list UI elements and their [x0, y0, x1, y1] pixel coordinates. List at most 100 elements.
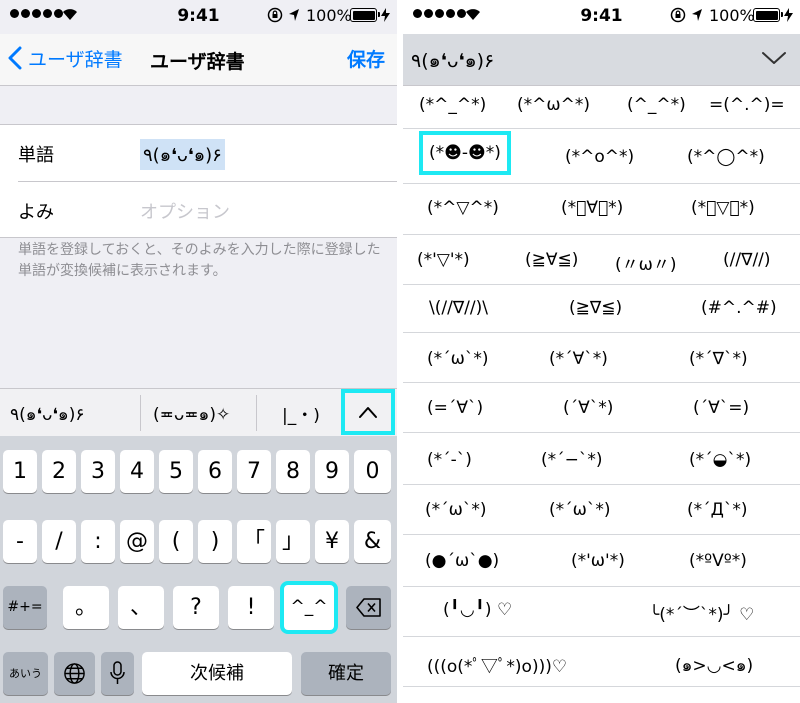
- kaomoji-item-selected[interactable]: (*☻-☻*): [419, 131, 511, 175]
- candidate-item[interactable]: |_・): [282, 401, 320, 426]
- back-button[interactable]: ユーザ辞書: [8, 40, 123, 76]
- key[interactable]: ¥: [315, 520, 349, 563]
- status-bar: 9:41 100%: [403, 0, 800, 34]
- key[interactable]: ?: [173, 586, 219, 629]
- key[interactable]: 「: [237, 520, 271, 563]
- key[interactable]: 、: [118, 586, 164, 629]
- kaomoji-item[interactable]: ╰(*´︶`*)╯ ♡: [649, 600, 754, 625]
- kaomoji-item[interactable]: (*^ω^*): [517, 95, 590, 115]
- globe-icon: [64, 663, 85, 684]
- key[interactable]: 1: [3, 450, 37, 493]
- confirm-key[interactable]: 確定: [301, 652, 391, 695]
- grid-line: [403, 484, 800, 485]
- kaomoji-item[interactable]: (*´-`): [427, 450, 472, 470]
- key[interactable]: @: [120, 520, 154, 563]
- kaomoji-item[interactable]: (*ºVº*): [689, 551, 747, 571]
- key[interactable]: 。: [63, 586, 109, 629]
- right-screen: 9:41 100% ٩(๑❛ᴗ❛๑)۶ (*^_^*) (*^ω^*) (^_^…: [403, 0, 800, 703]
- kaomoji-item[interactable]: (//∇//): [723, 250, 771, 270]
- kaomoji-item[interactable]: (*'▽'*): [417, 250, 470, 270]
- key[interactable]: 4: [120, 450, 154, 493]
- mode-key[interactable]: あいう: [3, 652, 48, 695]
- grid-line: [403, 183, 800, 184]
- kaomoji-item[interactable]: (●´ω`●): [425, 551, 499, 571]
- kaomoji-item[interactable]: (*´ω`*): [427, 349, 489, 369]
- kaomoji-item[interactable]: (´∀`*): [563, 398, 613, 418]
- next-candidate-key[interactable]: 次候補: [142, 652, 292, 695]
- kaomoji-item[interactable]: (╹◡╹) ♡: [443, 600, 512, 620]
- kaomoji-item[interactable]: (*´Д`*): [687, 500, 748, 520]
- kaomoji-item[interactable]: (*´◒`*): [689, 450, 751, 470]
- delete-key[interactable]: [346, 586, 391, 629]
- battery-icon: [753, 8, 783, 22]
- key[interactable]: 6: [198, 450, 232, 493]
- kaomoji-item[interactable]: (#^.^#): [701, 298, 777, 318]
- delete-icon: [356, 598, 381, 617]
- expand-candidates-button[interactable]: [341, 389, 395, 435]
- kaomoji-item[interactable]: (*´∀`*): [549, 349, 608, 369]
- candidate-bar: ٩(๑❛ᴗ❛๑)۶ (≖ᴗ≖๑)✧ |_・): [0, 388, 397, 436]
- kaomoji-item[interactable]: (*´ω`*): [549, 500, 611, 520]
- chevron-down-icon[interactable]: [761, 50, 787, 66]
- location-icon: [289, 9, 299, 21]
- grid-line: [403, 686, 800, 687]
- battery-percent: 100%: [709, 6, 755, 25]
- kaomoji-item[interactable]: (*ﾟ∀ﾟ*): [561, 198, 623, 218]
- key[interactable]: 5: [159, 450, 193, 493]
- kaomoji-item[interactable]: (≧∀≦): [525, 250, 578, 270]
- kaomoji-item[interactable]: (≧∇≦): [569, 298, 622, 318]
- key[interactable]: 0: [354, 450, 391, 493]
- kaomoji-item[interactable]: (*´−`*): [541, 450, 603, 470]
- kaomoji-grid: (*^_^*) (*^ω^*) (^_^*) =(^.^)= (*☻-☻*) (…: [403, 86, 800, 703]
- symbols-key[interactable]: #+=: [3, 586, 47, 629]
- key[interactable]: 2: [42, 450, 76, 493]
- grid-line: [403, 534, 800, 535]
- key[interactable]: !: [228, 586, 274, 629]
- candidate-item[interactable]: ٩(๑❛ᴗ❛๑)۶: [10, 401, 84, 428]
- kaomoji-item[interactable]: (*^o^*): [565, 147, 634, 167]
- key[interactable]: 3: [81, 450, 115, 493]
- key[interactable]: 8: [276, 450, 310, 493]
- kaomoji-item[interactable]: (๑>◡<๑): [675, 652, 753, 679]
- key[interactable]: &: [354, 520, 391, 563]
- kaomoji-item[interactable]: (*´∇`*): [689, 349, 748, 369]
- kaomoji-item[interactable]: (´∀`=): [693, 398, 749, 418]
- candidate-divider: [256, 395, 257, 431]
- kaomoji-key[interactable]: ^_^: [280, 581, 338, 634]
- reading-label: よみ: [18, 202, 54, 223]
- kaomoji-item[interactable]: (*^_^*): [419, 95, 486, 115]
- charging-icon: [784, 8, 793, 22]
- orientation-lock-icon: [670, 7, 686, 23]
- kaomoji-item[interactable]: (*'ω'*): [571, 551, 625, 571]
- battery-icon: [350, 8, 380, 22]
- key[interactable]: :: [81, 520, 115, 563]
- key[interactable]: 7: [237, 450, 271, 493]
- kaomoji-item[interactable]: (^_^*): [627, 95, 686, 115]
- dictation-key[interactable]: [101, 652, 134, 695]
- globe-key[interactable]: [54, 652, 95, 695]
- key[interactable]: -: [3, 520, 37, 563]
- key[interactable]: 9: [315, 450, 349, 493]
- kaomoji-item[interactable]: \(//∇//)\: [429, 298, 488, 318]
- key[interactable]: /: [42, 520, 76, 563]
- reading-field[interactable]: オプション: [140, 198, 230, 224]
- kaomoji-item[interactable]: (*ﾟ▽ﾟ*): [691, 198, 755, 218]
- kaomoji-item[interactable]: (〃ω〃): [615, 250, 677, 275]
- kaomoji-item[interactable]: (=´∀`): [427, 398, 483, 418]
- kaomoji-item[interactable]: (*´ω`*): [425, 500, 487, 520]
- key[interactable]: (: [159, 520, 193, 563]
- candidate-item[interactable]: (≖ᴗ≖๑)✧: [153, 401, 230, 428]
- kaomoji-item[interactable]: (((o(*ﾟ▽ﾟ*)o)))♡: [427, 652, 567, 677]
- save-button[interactable]: 保存: [347, 45, 385, 72]
- page-title: ユーザ辞書: [150, 51, 245, 73]
- kaomoji-item[interactable]: =(^.^)=: [709, 95, 785, 115]
- key[interactable]: 」: [276, 520, 310, 563]
- kaomoji-item[interactable]: (*^◯^*): [687, 147, 765, 167]
- expanded-header: ٩(๑❛ᴗ❛๑)۶: [403, 34, 800, 86]
- hint-text: 単語を登録しておくと、そのよみを入力した際に登録した単語が変換候補に表示されます…: [18, 242, 381, 279]
- kaomoji-item[interactable]: (*^▽^*): [427, 198, 499, 218]
- key[interactable]: ): [198, 520, 232, 563]
- current-candidate[interactable]: ٩(๑❛ᴗ❛๑)۶: [411, 46, 494, 76]
- word-field[interactable]: ٩(๑❛ᴗ❛๑)۶: [140, 139, 225, 170]
- word-row: 単語 ٩(๑❛ᴗ❛๑)۶: [0, 125, 397, 182]
